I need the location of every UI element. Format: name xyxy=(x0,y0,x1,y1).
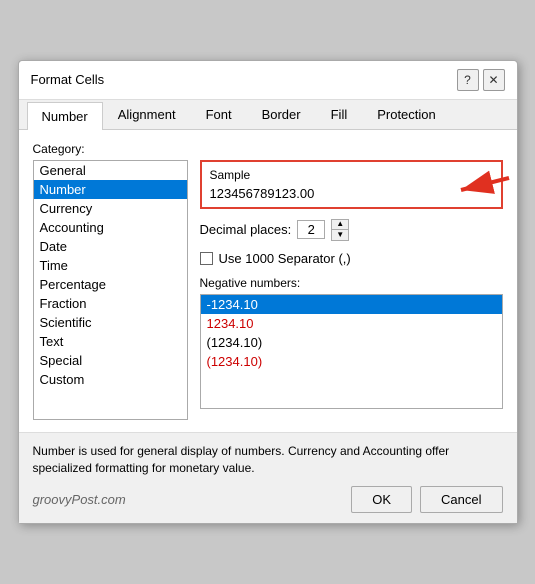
content-area: Category: General Number Currency Accoun… xyxy=(19,130,517,432)
footer-area: Number is used for general display of nu… xyxy=(19,432,517,524)
tab-number[interactable]: Number xyxy=(27,102,103,130)
cancel-button[interactable]: Cancel xyxy=(420,486,502,513)
decimal-input[interactable] xyxy=(297,220,325,239)
tab-fill[interactable]: Fill xyxy=(316,100,363,130)
category-text[interactable]: Text xyxy=(34,332,187,351)
category-percentage[interactable]: Percentage xyxy=(34,275,187,294)
title-bar: Format Cells ? ✕ xyxy=(19,61,517,100)
category-date[interactable]: Date xyxy=(34,237,187,256)
red-arrow-icon xyxy=(431,170,511,213)
neg-item-2[interactable]: (1234.10) xyxy=(201,333,502,352)
footer-description: Number is used for general display of nu… xyxy=(33,443,503,477)
neg-item-0[interactable]: -1234.10 xyxy=(201,295,502,314)
category-number[interactable]: Number xyxy=(34,180,187,199)
separator-row: Use 1000 Separator (,) xyxy=(200,251,503,266)
tab-protection[interactable]: Protection xyxy=(362,100,451,130)
button-group: OK Cancel xyxy=(351,486,502,513)
neg-item-1[interactable]: 1234.10 xyxy=(201,314,502,333)
neg-item-3[interactable]: (1234.10) xyxy=(201,352,502,371)
help-button[interactable]: ? xyxy=(457,69,479,91)
category-custom[interactable]: Custom xyxy=(34,370,187,389)
decimal-row: Decimal places: ▲ ▼ xyxy=(200,219,503,241)
decimal-spinner: ▲ ▼ xyxy=(331,219,349,241)
ok-button[interactable]: OK xyxy=(351,486,412,513)
category-label: Category: xyxy=(33,142,503,156)
category-accounting[interactable]: Accounting xyxy=(34,218,187,237)
title-bar-left: Format Cells xyxy=(31,72,105,87)
category-currency[interactable]: Currency xyxy=(34,199,187,218)
category-special[interactable]: Special xyxy=(34,351,187,370)
tab-font[interactable]: Font xyxy=(191,100,247,130)
tab-alignment[interactable]: Alignment xyxy=(103,100,191,130)
category-general[interactable]: General xyxy=(34,161,187,180)
negative-label: Negative numbers: xyxy=(200,276,503,290)
spinner-up[interactable]: ▲ xyxy=(332,220,348,230)
right-panel: Sample 123456789123.00 Decimal places: ▲… xyxy=(200,160,503,420)
category-fraction[interactable]: Fraction xyxy=(34,294,187,313)
footer-buttons: groovyPost.com OK Cancel xyxy=(33,486,503,513)
category-scientific[interactable]: Scientific xyxy=(34,313,187,332)
negative-list[interactable]: -1234.10 1234.10 (1234.10) (1234.10) xyxy=(200,294,503,409)
close-button[interactable]: ✕ xyxy=(483,69,505,91)
category-list[interactable]: General Number Currency Accounting Date … xyxy=(33,160,188,420)
category-time[interactable]: Time xyxy=(34,256,187,275)
decimal-label: Decimal places: xyxy=(200,222,292,237)
separator-checkbox[interactable] xyxy=(200,252,213,265)
tabs: Number Alignment Font Border Fill Protec… xyxy=(19,100,517,130)
main-area: General Number Currency Accounting Date … xyxy=(33,160,503,420)
title-controls: ? ✕ xyxy=(457,69,505,91)
format-cells-dialog: Format Cells ? ✕ Number Alignment Font B… xyxy=(18,60,518,525)
tab-border[interactable]: Border xyxy=(247,100,316,130)
separator-label: Use 1000 Separator (,) xyxy=(219,251,351,266)
brand-text: groovyPost.com xyxy=(33,492,126,507)
spinner-down[interactable]: ▼ xyxy=(332,230,348,240)
negative-section: Negative numbers: -1234.10 1234.10 (1234… xyxy=(200,276,503,409)
dialog-title: Format Cells xyxy=(31,72,105,87)
